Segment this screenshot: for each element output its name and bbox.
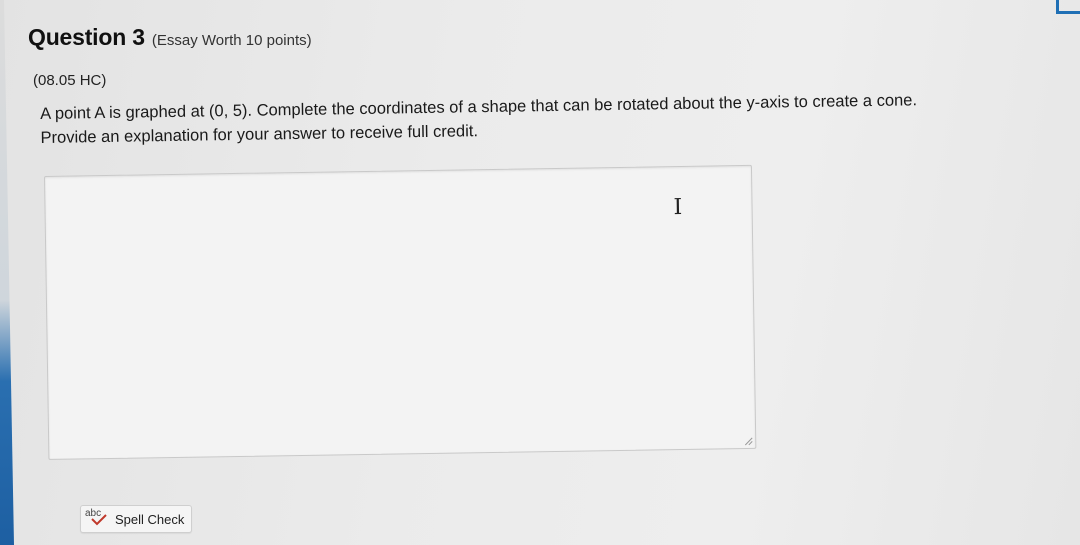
question-worth: (Essay Worth 10 points) bbox=[151, 32, 312, 49]
spell-check-button[interactable]: abc Spell Check bbox=[80, 505, 193, 533]
essay-answer-box: I bbox=[44, 164, 757, 460]
question-title: Question 3 bbox=[28, 24, 145, 50]
question-prompt: A point A is graphed at (0, 5). Complete… bbox=[40, 86, 1061, 150]
resize-handle-icon[interactable] bbox=[744, 437, 753, 446]
spell-check-label: Spell Check bbox=[115, 511, 185, 527]
text-cursor-icon: I bbox=[673, 194, 683, 221]
screen-edge bbox=[0, 0, 14, 545]
question-header: Question 3 (Essay Worth 10 points) bbox=[28, 24, 312, 51]
corner-bracket-icon bbox=[1056, 0, 1080, 14]
spell-check-icon: abc bbox=[85, 508, 111, 528]
essay-answer-input[interactable] bbox=[45, 165, 756, 459]
question-code: (08.05 HC) bbox=[33, 72, 107, 89]
